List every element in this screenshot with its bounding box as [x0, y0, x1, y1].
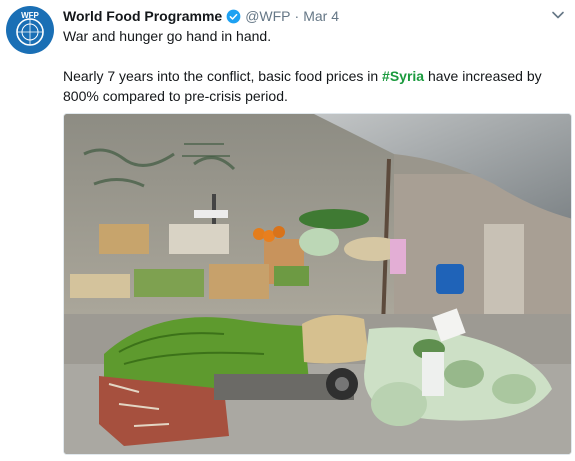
tweet-header: World Food Programme @WFP · Mar 4	[63, 6, 565, 26]
tweet-photo[interactable]	[63, 113, 572, 455]
verified-badge-icon	[226, 9, 241, 24]
tweet-line-1: War and hunger go hand in hand.	[63, 28, 272, 44]
market-stall-photo	[64, 114, 571, 454]
separator-dot: ·	[294, 8, 300, 24]
tweet-text: War and hunger go hand in hand. Nearly 7…	[63, 26, 563, 106]
tweet-text-part-1: Nearly 7 years into the conflict, basic …	[63, 68, 383, 84]
tweet-line-2: Nearly 7 years into the conflict, basic …	[63, 66, 563, 106]
wfp-logo-icon: WFP	[16, 11, 44, 46]
chevron-down-icon[interactable]	[551, 8, 565, 25]
avatar[interactable]: WFP	[6, 6, 54, 54]
tweet-date[interactable]: Mar 4	[303, 8, 339, 24]
account-handle[interactable]: @WFP	[245, 8, 290, 24]
display-name[interactable]: World Food Programme	[63, 8, 222, 24]
hashtag-link[interactable]: #Syria	[382, 68, 424, 84]
avatar-text: WFP	[21, 11, 39, 20]
